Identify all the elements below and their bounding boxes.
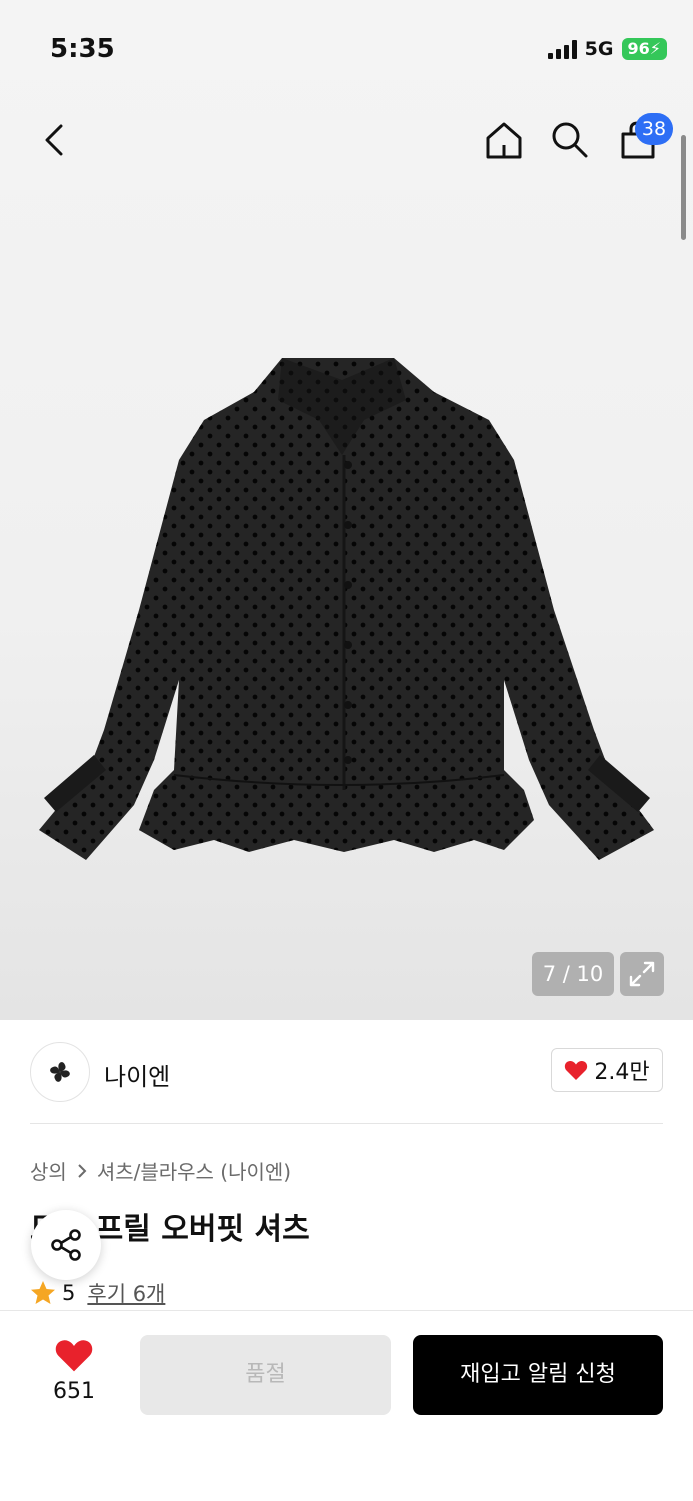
search-button[interactable] xyxy=(544,110,596,170)
top-nav xyxy=(0,110,693,170)
brand-name[interactable]: 나이엔 xyxy=(104,1057,170,1092)
cart-count-badge: 38 xyxy=(635,113,673,145)
soldout-button: 품절 xyxy=(140,1335,391,1415)
brand-logo[interactable] xyxy=(30,1042,90,1102)
share-icon xyxy=(51,1229,81,1261)
home-icon xyxy=(486,122,522,159)
scrollbar[interactable] xyxy=(681,135,686,240)
search-icon xyxy=(552,122,588,158)
expand-button[interactable] xyxy=(620,952,664,996)
status-time: 5:35 xyxy=(50,34,115,64)
product-image xyxy=(39,358,654,860)
status-indicators: 5G 96⚡ xyxy=(547,38,667,60)
back-icon xyxy=(45,124,63,156)
bottom-action-bar: 651 품절 재입고 알림 신청 xyxy=(0,1310,693,1501)
battery-icon: 96⚡ xyxy=(621,38,667,60)
rating: 5 후기 6개 xyxy=(30,1278,165,1308)
brand-row: 나이엔 2.4만 xyxy=(0,1040,693,1104)
breadcrumb-subcategory[interactable]: 셔츠/블라우스 (나이엔) xyxy=(97,1156,291,1185)
review-link[interactable]: 후기 6개 xyxy=(87,1278,165,1308)
product-like-button[interactable]: 651 xyxy=(44,1337,104,1404)
chevron-right-icon xyxy=(78,1163,87,1178)
signal-icon xyxy=(547,39,577,59)
brand-like-button[interactable]: 2.4만 xyxy=(551,1048,663,1092)
divider xyxy=(30,1123,663,1124)
restock-alert-button[interactable]: 재입고 알림 신청 xyxy=(413,1335,663,1415)
status-bar: 5:35 5G 96⚡ xyxy=(0,0,693,100)
heart-icon xyxy=(55,1340,93,1372)
back-button[interactable] xyxy=(28,110,80,170)
network-label: 5G xyxy=(584,38,614,60)
rating-score: 5 xyxy=(62,1281,76,1305)
image-counter: 7 / 10 xyxy=(532,952,614,996)
battery-level: 96 xyxy=(627,39,650,58)
brand-like-count: 2.4만 xyxy=(594,1060,650,1085)
heart-icon xyxy=(565,1060,588,1080)
product-like-count: 651 xyxy=(53,1379,95,1404)
home-button[interactable] xyxy=(478,110,530,170)
expand-icon xyxy=(629,961,655,987)
star-icon xyxy=(31,1281,55,1304)
share-button[interactable] xyxy=(31,1210,101,1280)
brand-logo-icon xyxy=(50,1062,70,1082)
breadcrumb-category[interactable]: 상의 xyxy=(30,1156,67,1185)
breadcrumb: 상의 셔츠/블라우스 (나이엔) xyxy=(30,1156,291,1185)
